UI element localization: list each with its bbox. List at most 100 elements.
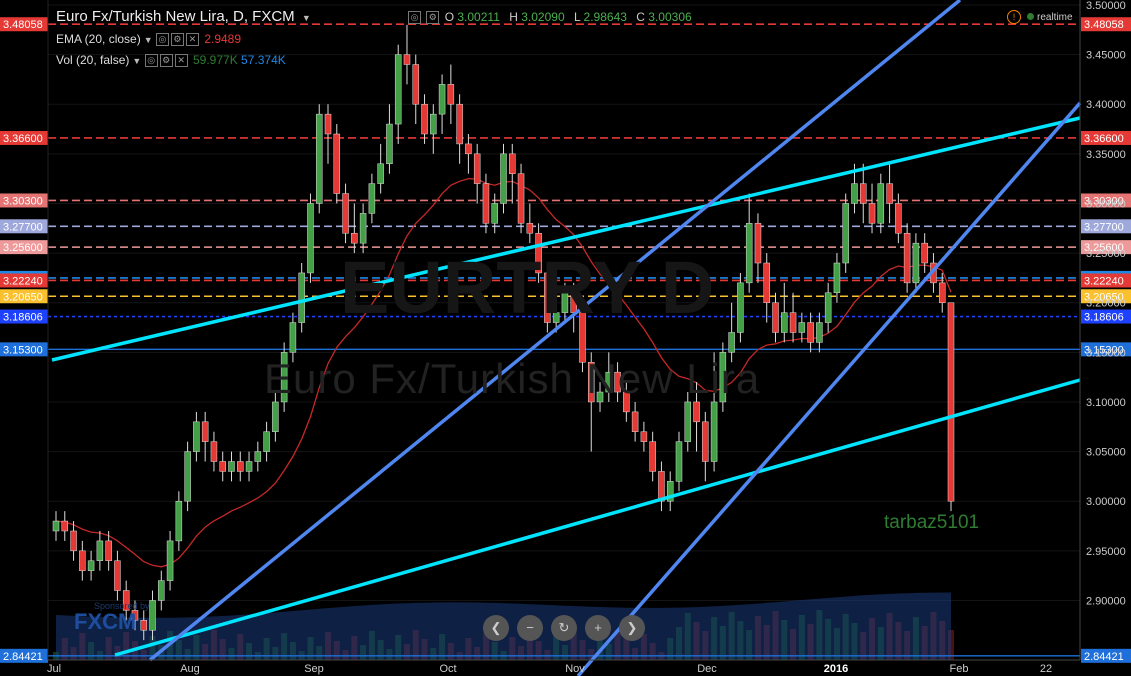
candle-body [868, 203, 876, 224]
candle-body [52, 520, 60, 532]
candle-body [903, 232, 911, 284]
candle-body [342, 193, 349, 234]
candle-body [289, 322, 297, 353]
candle-body [324, 113, 332, 135]
candle-body [702, 421, 709, 462]
symbol-name-watermark: Euro Fx/Turkish New Lira [264, 355, 761, 402]
low-value: 2.98643 [583, 10, 627, 24]
time-axis[interactable]: Jul Aug Sep Oct Nov Dec 2016 Feb 22 [47, 659, 1080, 675]
candle-body [351, 232, 358, 244]
price-level-label: 3.25600 [0, 240, 48, 255]
price-level-text: 3.48058 [1084, 19, 1124, 31]
candle-body [272, 401, 279, 432]
price-level-label: 3.18606 [0, 309, 48, 324]
price-tick-label: 2.90000 [1086, 595, 1126, 607]
price-tick-label: 3.20000 [1086, 298, 1126, 310]
candle-body [210, 441, 218, 462]
price-tick-label: 3.35000 [1086, 149, 1126, 161]
price-level-label: 3.18606 [1081, 309, 1131, 324]
candle-body [377, 163, 384, 184]
symbol-title-text[interactable]: Euro Fx/Turkish New Lira, D, FXCM [56, 8, 295, 25]
candle-body [798, 322, 806, 333]
gear-icon[interactable]: ⚙ [426, 11, 440, 25]
zoom-out-button[interactable]: − [517, 615, 543, 641]
candle-body [693, 401, 700, 423]
fxcm-logo[interactable]: FXCM [74, 609, 136, 635]
time-tick-label: Dec [697, 663, 717, 675]
price-level-text: 3.25600 [3, 242, 43, 254]
volume-value: 59.977K [192, 53, 238, 67]
chevron-down-icon[interactable]: ▼ [302, 13, 311, 23]
zoom-in-button[interactable]: + [585, 615, 611, 641]
chart-canvas[interactable]: 3.48058 3.480583.36600 3.366003.30300 3.303… [0, 0, 1131, 676]
trend-lines[interactable] [51, 0, 1082, 676]
symbol-watermark: EURTRY D [340, 246, 715, 329]
price-level-label: 3.22240 [1081, 273, 1131, 288]
candle-body [219, 461, 226, 472]
candle-body [79, 550, 86, 571]
close-icon[interactable]: ✕ [174, 54, 188, 68]
candle-body [895, 203, 902, 234]
candle-body [166, 540, 174, 581]
time-tick-label: Aug [180, 663, 200, 675]
scroll-left-button[interactable]: ❮ [483, 615, 509, 641]
price-level-text: 3.27700 [1084, 221, 1124, 233]
chart-navigation: ❮ − ↻ + ❯ [483, 615, 653, 641]
candle-body [745, 223, 753, 284]
candle-body [877, 183, 885, 224]
price-level-text: 3.27700 [3, 221, 43, 233]
candle-body [438, 84, 446, 115]
eye-icon[interactable]: ◎ [408, 11, 421, 25]
price-level-text: 3.30300 [3, 195, 43, 207]
price-tick-label: 2.95000 [1086, 546, 1126, 558]
chevron-down-icon[interactable]: ▼ [132, 56, 141, 66]
price-level-label: 2.84421 [1081, 648, 1131, 663]
candle-body [500, 153, 507, 204]
volume-label[interactable]: Vol (20, false) [56, 53, 129, 67]
ema-indicator-legend[interactable]: EMA (20, close) ▼ ◎ ⚙ ✕ 2.9489 [56, 32, 241, 47]
price-level-text: 3.48058 [3, 19, 43, 31]
trend-line [148, 0, 962, 662]
candle-body [228, 461, 235, 472]
candle-body [491, 203, 498, 224]
price-tick-label: 3.00000 [1086, 496, 1126, 508]
time-tick-label: 22 [1040, 663, 1052, 675]
candle-body [237, 461, 244, 472]
candle-body [526, 223, 534, 234]
ema-label[interactable]: EMA (20, close) [56, 32, 141, 46]
price-level-text: 3.20650 [3, 291, 43, 303]
price-level-text: 3.18606 [1084, 312, 1124, 324]
realtime-label: realtime [1037, 12, 1073, 23]
time-tick-label: Oct [439, 663, 456, 675]
gear-icon[interactable]: ⚙ [170, 33, 184, 47]
price-tick-label: 3.10000 [1086, 397, 1126, 409]
gear-icon[interactable]: ⚙ [159, 54, 173, 68]
time-tick-label: Feb [950, 663, 969, 675]
candle-body [947, 302, 955, 502]
price-tick-label: 3.15000 [1086, 347, 1126, 359]
eye-icon[interactable]: ◎ [144, 54, 158, 68]
close-icon[interactable]: ✕ [185, 33, 199, 47]
candle-body [728, 332, 735, 353]
chevron-down-icon[interactable]: ▼ [144, 35, 153, 45]
reset-button[interactable]: ↻ [551, 615, 577, 641]
price-level-text: 2.84421 [3, 651, 43, 663]
price-axis[interactable]: 3.50000 3.45000 3.40000 3.35000 3.30000 3.250… [47, 0, 1126, 660]
volume-indicator-legend[interactable]: Vol (20, false) ▼ ◎ ⚙ ✕ 59.977K 57.374K [56, 53, 286, 68]
status-dot-icon [1027, 13, 1034, 20]
eye-icon[interactable]: ◎ [155, 33, 169, 47]
ohlc-readout: ◎ ⚙ O 3.00211 H 3.02090 L 2.98643 C 3.00… [408, 10, 698, 25]
symbol-title[interactable]: Euro Fx/Turkish New Lira, D, FXCM ▼ [56, 8, 311, 25]
time-tick-label: Nov [565, 663, 585, 675]
scroll-right-button[interactable]: ❯ [619, 615, 645, 641]
candle-body [781, 312, 788, 333]
price-tick-label: 3.25000 [1086, 248, 1126, 260]
candle-body [403, 54, 411, 65]
candle-body [473, 153, 481, 184]
high-label: H [509, 10, 518, 24]
clock-icon[interactable]: ! [1007, 10, 1021, 24]
candle-body [509, 153, 516, 174]
open-label: O [444, 10, 455, 24]
author-watermark: tarbaz5101 [884, 512, 980, 533]
time-tick-label: Sep [304, 663, 324, 675]
